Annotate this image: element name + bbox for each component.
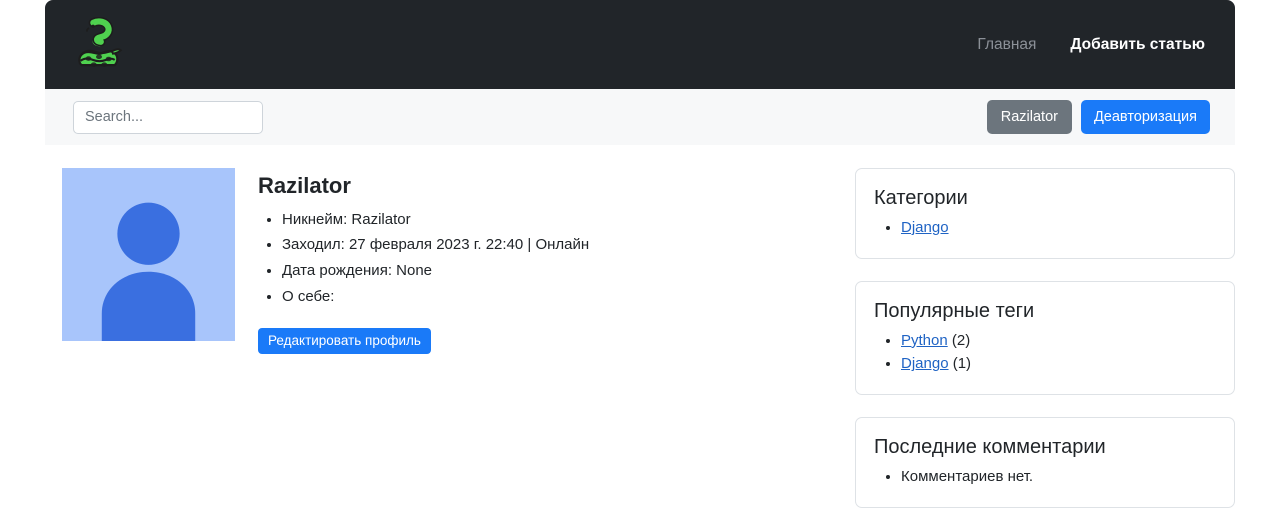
list-item: Python (2) <box>901 329 1216 353</box>
list-item: Django (1) <box>901 352 1216 376</box>
nav-links: Главная Добавить статью <box>977 36 1205 54</box>
profile-column: Razilator Никнейм: Razilator Заходил: 27… <box>45 168 855 354</box>
sidebar-column: Категории Django Популярные теги Python … <box>855 168 1235 530</box>
tag-count-django: (1) <box>952 355 972 373</box>
avatar <box>62 168 235 341</box>
categories-title: Категории <box>874 187 968 209</box>
latest-comments-title: Последние комментарии <box>874 436 1106 459</box>
profile-info: Razilator Никнейм: Razilator Заходил: 27… <box>235 168 589 354</box>
tag-link-python[interactable]: Python <box>901 332 948 349</box>
search-input[interactable] <box>73 100 263 134</box>
tag-link-django[interactable]: Django <box>901 355 949 372</box>
categories-card: Категории Django <box>855 168 1235 259</box>
list-item: Django <box>901 216 1216 240</box>
list-item: Комментариев нет. <box>901 465 1216 489</box>
top-navbar: Главная Добавить статью <box>45 0 1235 89</box>
latest-comments-list: Комментариев нет. <box>874 465 1216 489</box>
profile-details-list: Никнейм: Razilator Заходил: 27 февраля 2… <box>258 207 589 310</box>
latest-comments-card: Последние комментарии Комментариев нет. <box>855 417 1235 508</box>
profile-detail-lastseen: Заходил: 27 февраля 2023 г. 22:40 | Онла… <box>282 232 589 258</box>
profile-detail-about: О себе: <box>282 284 589 310</box>
popular-tags-list: Python (2) Django (1) <box>874 329 1216 376</box>
profile-title: Razilator <box>258 173 351 198</box>
categories-list: Django <box>874 216 1216 240</box>
search-auth-bar: Razilator Деавторизация <box>45 89 1235 145</box>
profile-detail-nickname: Никнейм: Razilator <box>282 207 589 233</box>
nav-link-home[interactable]: Главная <box>977 36 1036 54</box>
page-container: Главная Добавить статью Razilator Деавто… <box>45 0 1235 530</box>
current-user-button[interactable]: Razilator <box>986 100 1072 134</box>
snake-logo-icon <box>78 16 123 67</box>
auth-button-group: Razilator Деавторизация <box>986 100 1210 134</box>
logout-button[interactable]: Деавторизация <box>1080 100 1210 134</box>
brand-link[interactable] <box>71 16 127 73</box>
popular-tags-title: Популярные теги <box>874 299 1035 322</box>
nav-link-add-article[interactable]: Добавить статью <box>1070 36 1205 54</box>
category-link-django[interactable]: Django <box>901 219 949 236</box>
popular-tags-card: Популярные теги Python (2) Django (1) <box>855 280 1235 396</box>
tag-count-python: (2) <box>951 331 971 349</box>
edit-profile-button[interactable]: Редактировать профиль <box>258 327 431 354</box>
content-area: Razilator Никнейм: Razilator Заходил: 27… <box>45 145 1235 530</box>
profile-detail-birthdate: Дата рождения: None <box>282 258 589 284</box>
